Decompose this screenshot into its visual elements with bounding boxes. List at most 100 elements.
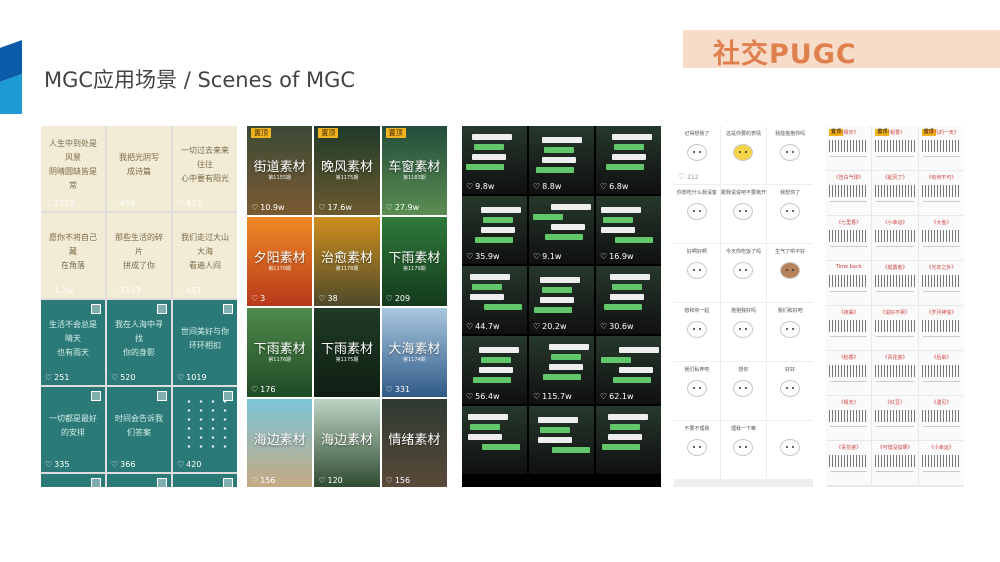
sheet-music-tile[interactable]: 《七里香》 <box>826 216 872 260</box>
sheet-music-tile[interactable]: 《岁月神偷》 <box>918 306 964 350</box>
sheet-music-tile[interactable]: 《遇见》 <box>918 396 964 440</box>
photo-title: 车窗素材 <box>388 160 441 175</box>
staff-line <box>876 291 914 292</box>
sticker-tile[interactable]: 跟我说说吧不要离开 <box>720 185 767 243</box>
sticker-tile[interactable]: 记得想我了 ♡ 212 <box>674 126 720 184</box>
sticker-tile[interactable]: 想和你一起 <box>674 303 720 361</box>
photo-tile[interactable]: 下雨素材 第1179期 ♡ 209 <box>381 217 447 306</box>
heart-icon: ♡ <box>177 460 185 469</box>
like-count: ♡ 6.8w <box>600 182 628 191</box>
quote-card[interactable]: 一切过去来来往往 心中要有阳光 ♡ 423 <box>173 126 237 211</box>
sheet-music-tile[interactable]: 《小幸运》 <box>918 441 964 485</box>
quote-card[interactable]: 那些生活的碎片 拼成了你 ♡ 1113 <box>107 213 171 298</box>
sticker-tile[interactable]: 我想你了 <box>767 185 813 243</box>
photo-tile[interactable]: 情绪素材 ♡ 156 <box>381 399 447 487</box>
sheet-music-tile[interactable]: 置顶 《平凡的一天》 <box>918 126 964 170</box>
photo-tile[interactable]: 海边素材 ♡ 156 <box>247 399 313 487</box>
sticker-tile[interactable]: 我们私奔吧 <box>674 362 720 420</box>
sheet-music-tile[interactable]: 《红豆》 <box>872 396 918 440</box>
quote-line: 你的身影 <box>123 347 155 357</box>
sticker-tile[interactable]: 抱抱我好吗 <box>720 303 767 361</box>
photo-tile[interactable]: 夕阳素材 第1179期 ♡ 3 <box>247 217 313 306</box>
chat-screenshot[interactable]: ♡ 115.7w <box>529 336 594 404</box>
sticker-tile[interactable]: 不要不理我 <box>674 421 720 479</box>
sheet-music-tile[interactable]: 《起风了》 <box>872 171 918 215</box>
quote-line: 那些生活的碎片 <box>115 232 163 256</box>
staff-line <box>876 336 914 337</box>
sheet-music-tile[interactable]: 《青花瓷》 <box>826 441 872 485</box>
chat-screenshot[interactable]: ♡ 30.6w <box>596 266 661 334</box>
sticker-caption: 好好 <box>785 367 796 373</box>
quote-card[interactable] <box>107 474 171 487</box>
quote-card[interactable]: 一路走来不负韶华 <box>173 474 237 487</box>
quote-card[interactable]: ♡ 420 <box>173 387 237 472</box>
sheet-music-tile[interactable]: 《光年之外》 <box>918 261 964 305</box>
sticker-tile[interactable]: 我们和好吧 <box>767 303 813 361</box>
chat-screenshot[interactable]: ♡ 16.9w <box>596 196 661 264</box>
sheet-music-tile[interactable]: 《后来》 <box>918 351 964 395</box>
photo-tile[interactable]: 下雨素材 第1176期 ♡ 176 <box>247 308 313 397</box>
chat-screenshot[interactable]: ♡ 20.2w <box>529 266 594 334</box>
sticker-tile[interactable]: 生气了哄不好 <box>767 244 813 302</box>
quote-card[interactable]: 世间美好与你 环环相扣 ♡ 1019 <box>173 300 237 385</box>
sheet-music-tile[interactable]: 《孤勇者》 <box>872 261 918 305</box>
sheet-music-tile[interactable]: 《晴天》 <box>826 396 872 440</box>
chat-screenshot[interactable] <box>596 406 661 474</box>
sticker-tile[interactable]: 你想吃什么我请客 <box>674 185 720 243</box>
quote-card[interactable]: 时间会告诉我 们答案 ♡ 366 <box>107 387 171 472</box>
sheet-music-tile[interactable]: Time back <box>826 261 872 305</box>
heart-icon: ♡ <box>600 182 608 191</box>
sticker-caption: 不要不理我 <box>684 426 710 432</box>
photo-tile[interactable]: 置顶 车窗素材 第1183期 ♡ 27.9w <box>381 126 447 215</box>
sheet-music-tile[interactable]: 《小幸运》 <box>872 216 918 260</box>
photo-tile[interactable]: 置顶 晚风素材 第1175期 ♡ 17.6w <box>314 126 380 215</box>
sticker-tile[interactable]: 好啊好啊 <box>674 244 720 302</box>
quote-card[interactable]: 我们走过大山大海 看遍人间 ♡ 657 <box>173 213 237 298</box>
quote-card[interactable]: 愿你不将自己藏 在角落 ♡ 1.2w <box>41 213 105 298</box>
quote-card[interactable]: 岁月静好现世安稳 <box>41 474 105 487</box>
song-title: 《平凡的一天》 <box>923 130 959 136</box>
sheet-music-tile[interactable]: 《大鱼》 <box>918 216 964 260</box>
chat-screenshot[interactable]: ♡ 6.8w <box>596 126 661 194</box>
chat-screenshot[interactable]: ♡ 8.8w <box>529 126 594 194</box>
photo-tile[interactable]: 下雨素材 第1175期 <box>314 308 380 397</box>
quote-card[interactable]: 我在人海中寻找 你的身影 ♡ 520 <box>107 300 171 385</box>
sheet-music-tile[interactable]: 置顶 《稻香》 <box>872 126 918 170</box>
photo-tile[interactable]: 置顶 街道素材 第1155期 ♡ 10.9w <box>247 126 313 215</box>
photo-title: 街道素材 <box>253 160 306 175</box>
chat-screenshot[interactable]: ♡ 35.9w <box>462 196 527 264</box>
photo-tile[interactable]: 海边素材 ♡ 120 <box>314 399 380 487</box>
sheet-music-tile[interactable]: 《有何不可》 <box>918 171 964 215</box>
chat-screenshot[interactable] <box>462 406 527 474</box>
sent-message-bubble <box>466 164 504 170</box>
sheet-music-tile[interactable]: 《告白气球》 <box>826 171 872 215</box>
sheet-music-tile[interactable]: 《稻香》 <box>826 351 872 395</box>
quote-card[interactable]: 人生中到处是风景 阴晴圆缺皆是常 ♡ 2729 <box>41 126 105 211</box>
sheet-music-tile[interactable]: 《说好不哭》 <box>872 306 918 350</box>
photo-tile[interactable]: 大海素材 第1174期 ♡ 331 <box>381 308 447 397</box>
chat-screenshot[interactable]: ♡ 44.7w <box>462 266 527 334</box>
chat-screenshot[interactable]: ♡ 56.4w <box>462 336 527 404</box>
sheet-music-tile[interactable]: 《青花瓷》 <box>872 351 918 395</box>
piano-keys-icon <box>829 275 869 287</box>
sticker-tile[interactable] <box>767 421 813 479</box>
sheet-music-tile[interactable]: 置顶 《晴天》 <box>826 126 872 170</box>
sheet-music-tile[interactable]: 《可惜没如果》 <box>872 441 918 485</box>
sticker-tile[interactable]: 我能抱抱你吗 <box>767 126 813 184</box>
photo-tile[interactable]: 治愈素材 第1178期 ♡ 38 <box>314 217 380 306</box>
sticker-tile[interactable]: 理我一下嘛 <box>720 421 767 479</box>
chat-screenshot[interactable]: ♡ 62.1w <box>596 336 661 404</box>
quote-card[interactable]: 我把光阴写 成诗篇 ♡ 658 <box>107 126 171 211</box>
chat-screenshot[interactable] <box>529 406 594 474</box>
sent-message-bubble <box>601 357 631 363</box>
sticker-tile[interactable]: 今天你吃饭了吗 <box>720 244 767 302</box>
chat-screenshot[interactable]: ♡ 9.1w <box>529 196 594 264</box>
quote-card[interactable]: 生活不会总是晴天 也有雨天 ♡ 251 <box>41 300 105 385</box>
chat-screenshot[interactable]: ♡ 9.8w <box>462 126 527 194</box>
sheet-music-tile[interactable]: 《夜曲》 <box>826 306 872 350</box>
quote-card[interactable]: 一切都是最好 的安排 ♡ 335 <box>41 387 105 472</box>
sticker-tile[interactable]: 这是你要的表情 <box>720 126 767 184</box>
like-count: ♡ 1019 <box>177 373 207 382</box>
sticker-tile[interactable]: 好好 <box>767 362 813 420</box>
sticker-tile[interactable]: 想你 <box>720 362 767 420</box>
